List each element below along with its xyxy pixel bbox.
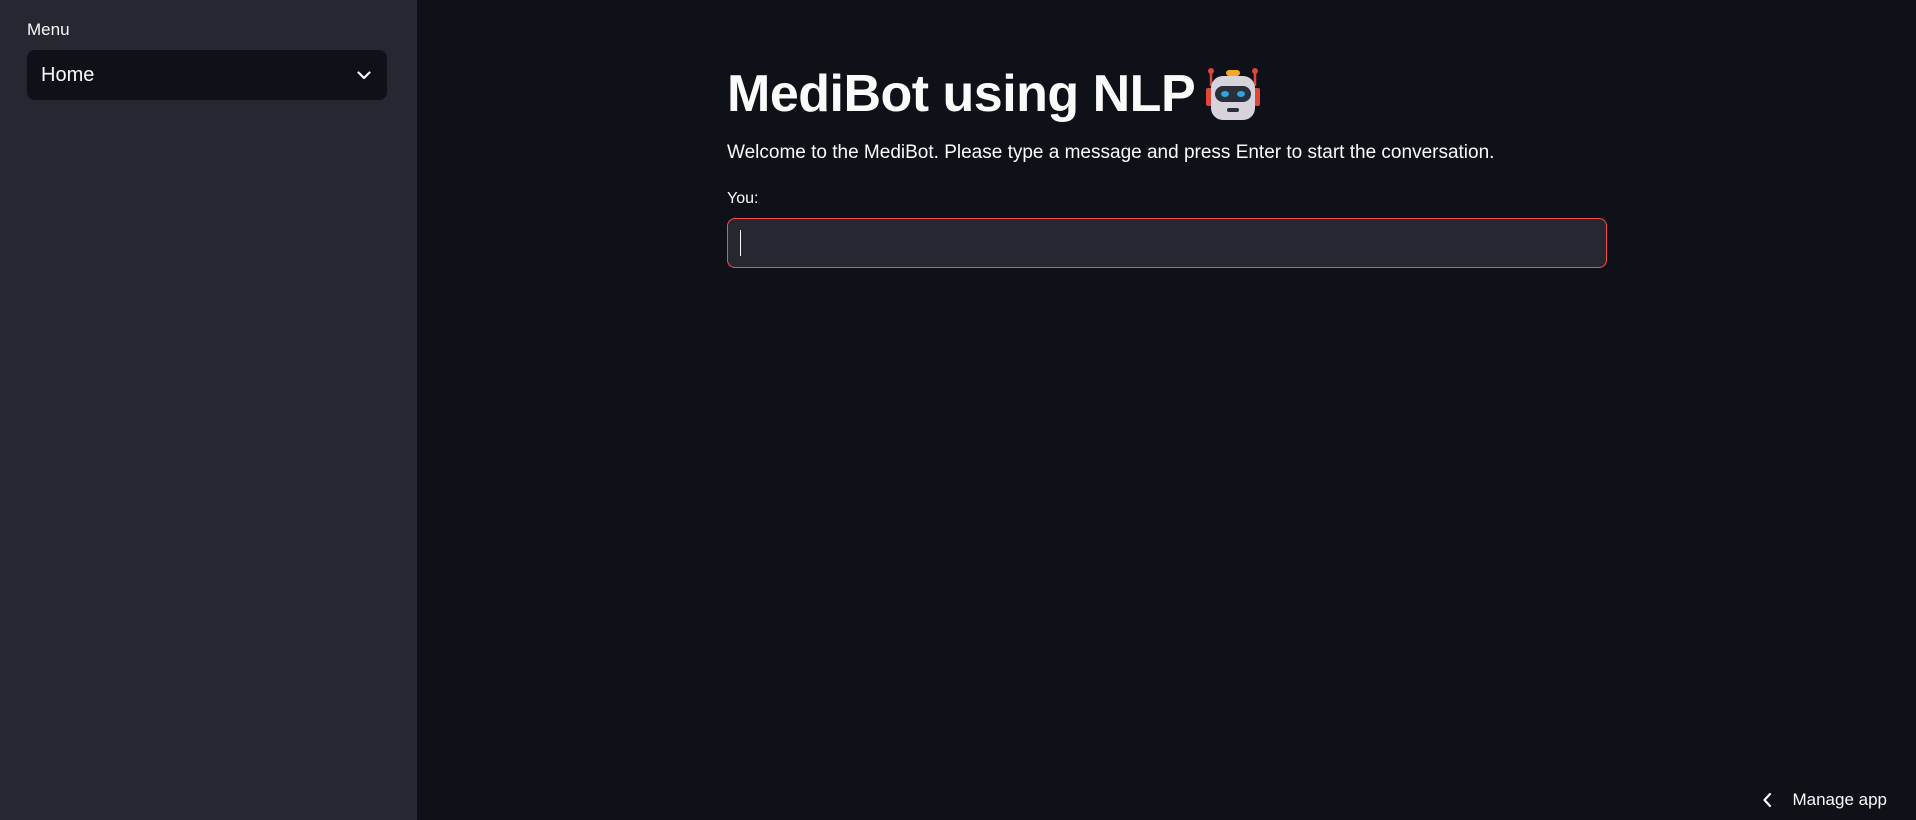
message-input-wrapper	[727, 218, 1607, 268]
welcome-text: Welcome to the MediBot. Please type a me…	[727, 142, 1495, 163]
message-input[interactable]	[727, 218, 1607, 268]
menu-label: Menu	[27, 20, 70, 39]
menu-select[interactable]: Home	[27, 50, 387, 100]
manage-app-button[interactable]: Manage app	[1762, 790, 1887, 810]
manage-app-label: Manage app	[1792, 790, 1887, 809]
robot-icon	[1203, 64, 1263, 124]
main-content: MediBot using NLP Welcome to the MediBot…	[417, 0, 1916, 820]
chevron-down-icon	[355, 66, 373, 84]
you-label: You:	[727, 190, 759, 207]
text-caret	[740, 230, 741, 256]
title-row: MediBot using NLP	[727, 60, 1607, 128]
chevron-left-icon	[1762, 792, 1778, 808]
app: Menu Home MediBot using NLP Welcome to t…	[0, 0, 1916, 820]
page-title: MediBot using NLP	[727, 65, 1196, 123]
menu-select-value: Home	[41, 63, 95, 86]
sidebar: Menu Home	[0, 0, 417, 820]
content-block: MediBot using NLP Welcome to the MediBot…	[727, 60, 1607, 268]
